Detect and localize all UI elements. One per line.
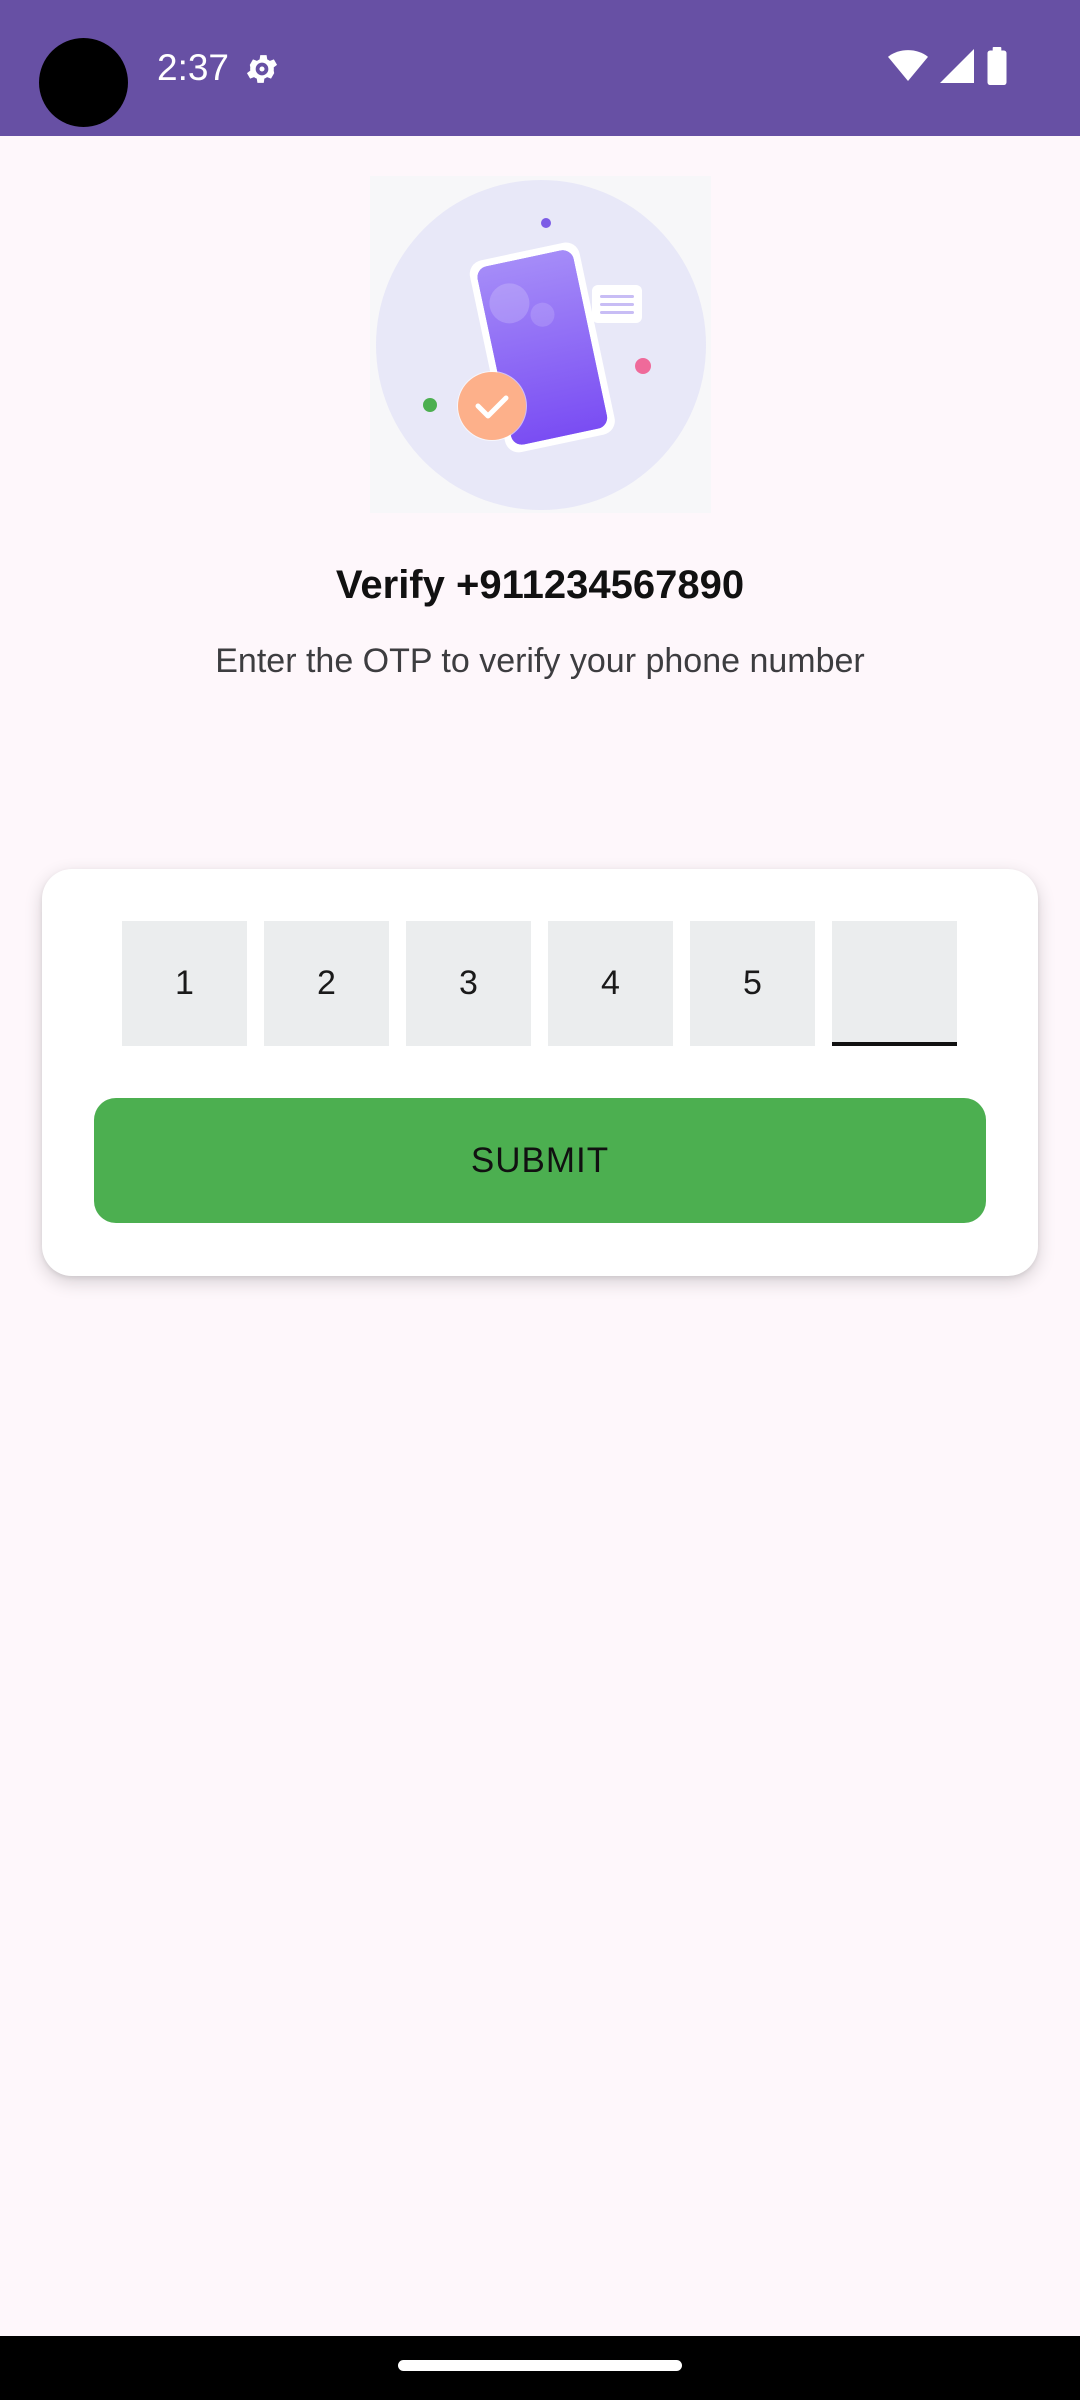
status-time: 2:37 [157,47,230,88]
page-title: Verify +911234567890 [335,563,745,607]
otp-input-row [122,921,957,1046]
otp-digit-3[interactable] [406,921,531,1046]
submit-button[interactable]: SUBMIT [94,1098,986,1223]
otp-card: SUBMIT [42,869,1038,1276]
signal-icon [940,48,974,88]
otp-digit-5[interactable] [690,921,815,1046]
otp-digit-4[interactable] [548,921,673,1046]
page-subtitle: Enter the OTP to verify your phone numbe… [215,642,865,680]
battery-icon [986,46,1008,90]
otp-digit-2[interactable] [264,921,389,1046]
phone-verified-illustration [370,176,711,513]
home-gesture-handle[interactable] [398,2360,682,2371]
camera-cutout [39,38,128,127]
status-icons [888,46,1008,90]
navigation-bar [0,2336,1080,2400]
settings-icon [243,50,281,88]
otp-digit-1[interactable] [122,921,247,1046]
otp-digit-6[interactable] [832,921,957,1046]
status-bar: 2:37 [0,0,1080,136]
wifi-icon [888,49,928,88]
